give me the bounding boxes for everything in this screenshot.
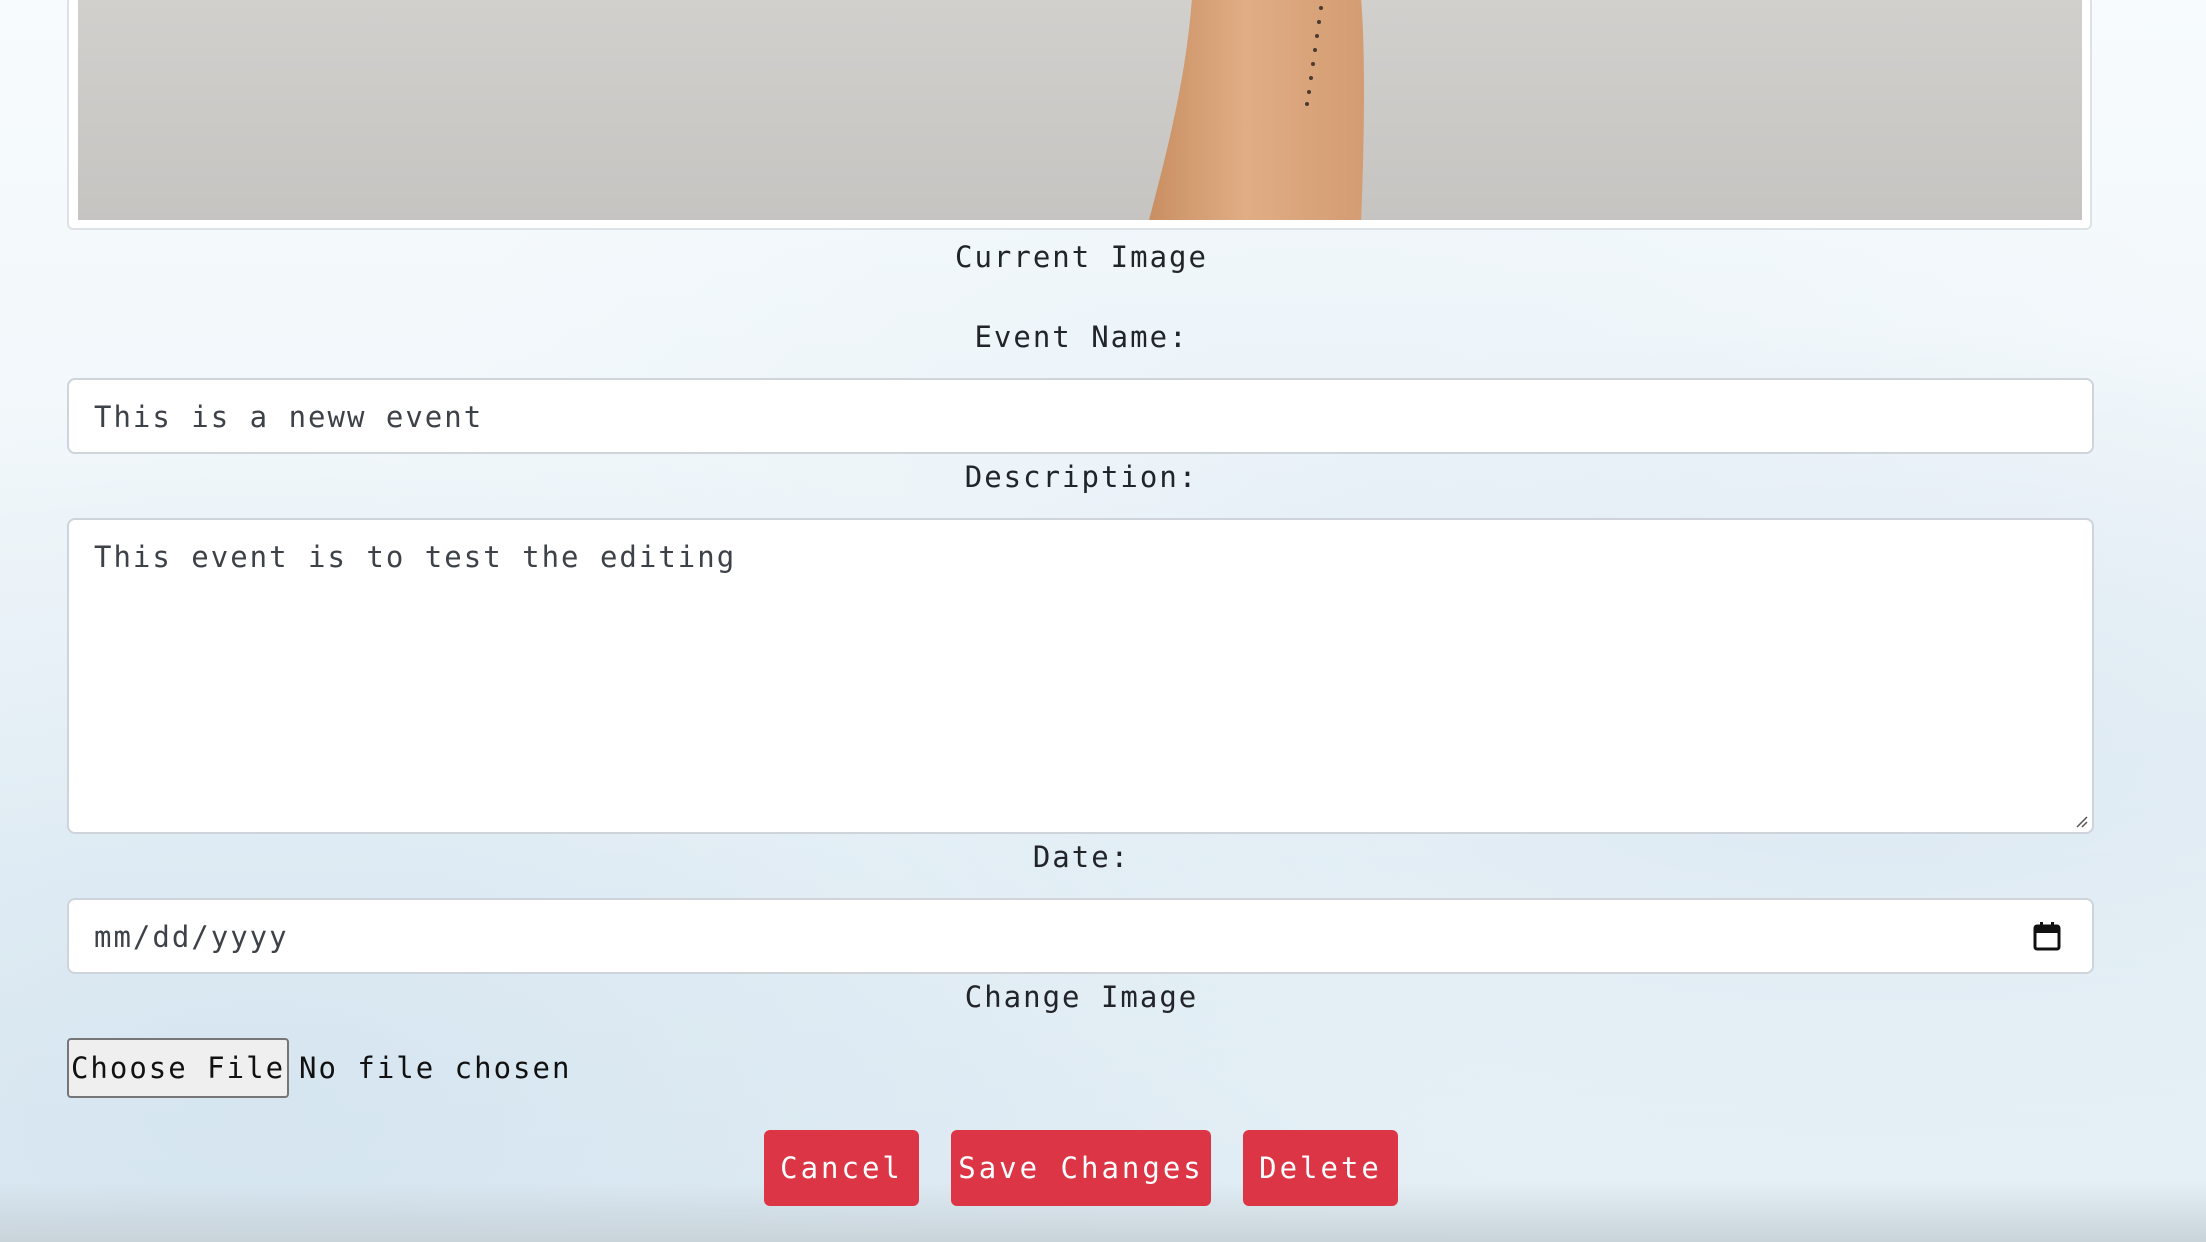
event-name-label: Event Name: bbox=[974, 320, 1189, 354]
description-value: This event is to test the editing bbox=[94, 540, 737, 574]
date-label: Date: bbox=[1032, 840, 1131, 874]
save-changes-button[interactable]: Save Changes bbox=[951, 1130, 1211, 1206]
resize-handle-icon[interactable] bbox=[2074, 814, 2088, 828]
event-name-input[interactable]: This is a neww event bbox=[67, 378, 2094, 454]
description-label: Description: bbox=[964, 460, 1199, 494]
choose-file-button[interactable]: Choose File bbox=[67, 1038, 289, 1098]
current-image-caption: Current Image bbox=[955, 240, 1208, 274]
description-textarea[interactable]: This event is to test the editing bbox=[67, 518, 2094, 834]
current-image-photo bbox=[78, 0, 2082, 220]
event-name-value: This is a neww event bbox=[94, 400, 484, 434]
current-image bbox=[78, 0, 2082, 220]
delete-button[interactable]: Delete bbox=[1243, 1130, 1398, 1206]
file-status: No file chosen bbox=[299, 1051, 572, 1085]
change-image-label: Change Image bbox=[964, 980, 1199, 1014]
cancel-button[interactable]: Cancel bbox=[764, 1130, 919, 1206]
current-image-frame bbox=[67, 0, 2092, 230]
date-input[interactable]: mm/dd/yyyy bbox=[67, 898, 2094, 974]
date-placeholder: mm/dd/yyyy bbox=[94, 920, 289, 954]
calendar-icon[interactable] bbox=[2032, 920, 2062, 952]
file-input[interactable]: Choose File No file chosen bbox=[67, 1038, 571, 1098]
